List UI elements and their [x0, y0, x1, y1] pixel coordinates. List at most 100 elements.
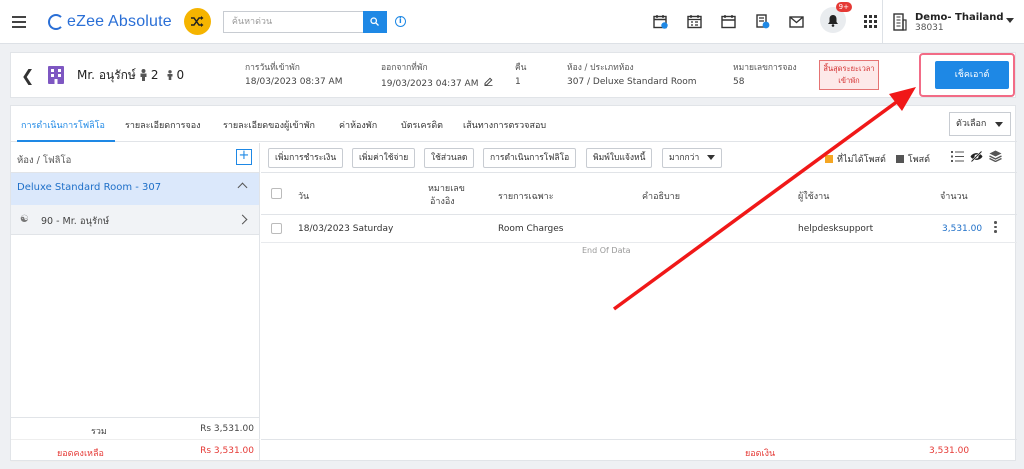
table-row[interactable]: 18/03/2023 Saturday Room Charges helpdes…: [261, 215, 1017, 243]
calendar-list-icon[interactable]: [684, 12, 704, 32]
chevron-right-icon: [237, 214, 248, 225]
app-logo[interactable]: eZee Absolute: [48, 13, 172, 31]
checkout-highlight-box: [919, 53, 1015, 97]
apply-discount-button[interactable]: ใช้ส่วนลด: [424, 148, 475, 168]
top-bar: eZee Absolute ค้นหาด่วน i 9+ Demo- Thail…: [0, 0, 1024, 44]
edit-pencil-icon[interactable]: [484, 77, 493, 86]
invoice-icon[interactable]: [752, 12, 772, 32]
tab-audit-trail[interactable]: เส้นทางการตรวจสอบ: [463, 118, 546, 132]
col-ref-line-1: หมายเลข: [428, 184, 465, 194]
room-folio-header: ห้อง / โฟลิโอ +: [11, 143, 259, 173]
room-value: 307 / Deluxe Standard Room: [567, 77, 697, 87]
list-view-icon[interactable]: [951, 150, 964, 162]
arrival-label: การวันที่เข้าพัก: [245, 63, 300, 73]
hotel-code: 38031: [915, 22, 944, 33]
apps-grid-icon[interactable]: [860, 12, 880, 32]
unposted-label: ที่ไม่ได้โพสต์: [837, 155, 886, 165]
folio-transactions-panel: เพิ่มการชำระเงิน เพิ่มค่าใช้จ่าย ใช้ส่วน…: [261, 143, 1017, 461]
posted-label: โพสต์: [907, 155, 930, 165]
table-header: วัน หมายเลข อ้างอิง รายการเฉพาะ คำอธิบาย…: [261, 173, 1017, 215]
col-amount: จำนวน: [940, 192, 968, 202]
calendar-icon[interactable]: [718, 12, 738, 32]
tab-guest-details[interactable]: รายละเอียดของผู้เข้าพัก: [223, 118, 315, 132]
back-arrow-icon[interactable]: ❮: [21, 66, 37, 85]
row-menu-icon[interactable]: [994, 221, 997, 233]
room-info: ห้อง / ประเภทห้อง 307 / Deluxe Standard …: [567, 60, 697, 87]
more-button-label: มากกว่า: [669, 153, 700, 163]
nights-info: คืน 1: [515, 60, 527, 87]
tab-bar: การดำเนินการโฟลิโอ รายละเอียดการจอง รายล…: [11, 106, 1017, 142]
end-of-data-label: End Of Data: [582, 246, 631, 255]
nights-label: คืน: [515, 63, 527, 73]
notification-badge: 9+: [835, 2, 852, 12]
posted-swatch: [895, 155, 904, 163]
row-user: helpdesksupport: [798, 224, 874, 234]
total-row: รวม Rs 3,531.00: [11, 418, 260, 440]
departure-value: 19/03/2023 04:37 AM: [381, 79, 479, 89]
row-checkbox[interactable]: [271, 223, 282, 234]
shuffle-button[interactable]: [183, 8, 211, 35]
remaining-row: ยอดคงเหลือ Rs 3,531.00: [11, 440, 260, 462]
room-folio-panel: ห้อง / โฟลิโอ + Deluxe Standard Room - 3…: [11, 143, 260, 462]
add-payment-button[interactable]: เพิ่มการชำระเงิน: [268, 148, 344, 168]
options-select[interactable]: ตัวเลือก: [949, 112, 1011, 136]
folio-totals: รวม Rs 3,531.00 ยอดคงเหลือ Rs 3,531.00: [11, 417, 260, 462]
app-title: eZee Absolute: [67, 12, 172, 30]
posting-legend: ที่ไม่ได้โพสต์ โพสต์: [825, 152, 930, 166]
col-user: ผู้ใช้งาน: [798, 192, 830, 202]
arrival-value: 18/03/2023 08:37 AM: [245, 77, 343, 87]
nights-value: 1: [515, 77, 521, 87]
room-icon: [48, 66, 64, 84]
chevron-up-icon[interactable]: [237, 182, 248, 193]
chevron-down-icon: [995, 122, 1003, 127]
room-group-row[interactable]: Deluxe Standard Room - 307: [11, 173, 259, 205]
folio-item[interactable]: ☯ 90 - Mr. อนุรักษ์: [11, 205, 259, 235]
menu-icon[interactable]: [12, 15, 26, 28]
add-folio-button[interactable]: +: [236, 149, 252, 165]
logo-mark-icon: [48, 13, 64, 30]
print-invoice-button[interactable]: พิมพ์ใบแจ้งหนี้: [586, 148, 653, 168]
options-select-value: ตัวเลือก: [956, 119, 987, 129]
balance-row: ยอดเงิน 3,531.00: [261, 439, 1017, 461]
guest-name-group: Mr. อนุรักษ์ 2 0: [77, 66, 184, 85]
mail-icon[interactable]: [786, 12, 806, 32]
quick-search-input[interactable]: ค้นหาด่วน: [222, 10, 363, 33]
search-icon: [370, 17, 380, 26]
guest-header: ❮ Mr. อนุรักษ์ 2 0 การวันที่เข้าพัก 18/0…: [10, 52, 1016, 98]
adult-icon: [140, 69, 147, 81]
tab-credit-card[interactable]: บัตรเครดิต: [401, 118, 443, 132]
add-charge-button[interactable]: เพิ่มค่าใช้จ่าย: [352, 148, 416, 168]
chevron-down-icon: [707, 155, 716, 160]
col-ref-line-2: อ้างอิง: [430, 197, 455, 207]
folio-toolbar: เพิ่มการชำระเงิน เพิ่มค่าใช้จ่าย ใช้ส่วน…: [261, 143, 1017, 173]
calendar-add-icon[interactable]: [650, 12, 670, 32]
layers-icon[interactable]: [989, 150, 1002, 162]
hotel-selector[interactable]: Demo- Thailand 38031: [882, 0, 1024, 44]
warning-line-2: เข้าพัก: [838, 76, 860, 85]
notification-button[interactable]: 9+: [820, 2, 852, 33]
tab-folio-operations[interactable]: การดำเนินการโฟลิโอ: [21, 118, 105, 132]
search-button[interactable]: [362, 10, 387, 33]
departure-label: ออกจากที่พัก: [381, 63, 428, 73]
booking-info: หมายเลขการจอง 58: [733, 60, 797, 87]
row-amount[interactable]: 3,531.00: [942, 224, 982, 234]
total-label: รวม: [91, 427, 107, 437]
child-count: 0: [176, 68, 185, 82]
tab-room-charges[interactable]: ค่าห้องพัก: [339, 118, 377, 132]
view-tools: [951, 150, 1002, 162]
folio-tree-icon: ☯: [20, 214, 29, 225]
booking-value: 58: [733, 77, 745, 87]
top-icon-group: 9+: [650, 2, 880, 33]
more-button[interactable]: มากกว่า: [662, 148, 723, 168]
folio-panel: การดำเนินการโฟลิโอ รายละเอียดการจอง รายล…: [10, 105, 1017, 462]
info-icon[interactable]: i: [394, 16, 406, 27]
hide-icon[interactable]: [970, 150, 983, 162]
tab-booking-details[interactable]: รายละเอียดการจอง: [125, 118, 201, 132]
folio-operations-button[interactable]: การดำเนินการโฟลิโอ: [483, 148, 577, 168]
folio-item-label: 90 - Mr. อนุรักษ์: [41, 216, 110, 227]
select-all-checkbox[interactable]: [271, 188, 282, 199]
balance-value: 3,531.00: [929, 446, 970, 456]
stay-expired-badge: สิ้นสุดระยะเวลา เข้าพัก: [819, 60, 879, 90]
booking-label: หมายเลขการจอง: [733, 63, 797, 73]
warning-line-1: สิ้นสุดระยะเวลา: [823, 64, 875, 73]
